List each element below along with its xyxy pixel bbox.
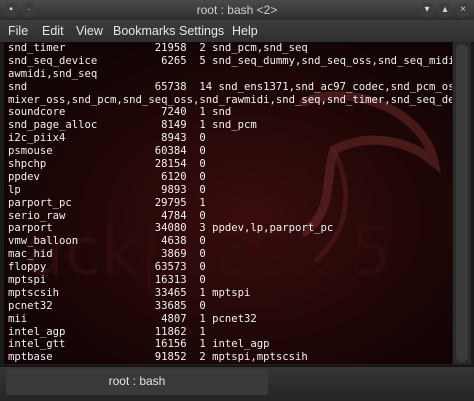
terminal-line: pcnet32 33685 0 (8, 299, 206, 312)
terminal-line: parport 34080 3 ppdev,lp,parport_pc (8, 222, 334, 235)
menu-edit[interactable]: Edit (42, 24, 64, 38)
chevron-up-icon[interactable]: ▴ (438, 3, 452, 17)
terminal-line: i2c_piix4 8943 0 (8, 132, 206, 145)
menu-file[interactable]: File (8, 24, 28, 38)
tab-label: root : bash (108, 374, 166, 388)
terminal-line: mptscsih 33465 1 mptspi (8, 286, 251, 299)
terminal-line: shpchp 28154 0 (8, 158, 206, 171)
menu-bar: File Edit View Bookmarks Settings Help (0, 20, 474, 43)
tab-bar: root : bash (0, 366, 474, 401)
terminal-output[interactable]: ack|track 5 snd_timer 21958 2 snd_pcm,sn… (4, 42, 452, 364)
title-bar[interactable]: ▪ · root : bash <2> ▾ ▴ × (0, 0, 474, 21)
terminal-line: snd_timer 21958 2 snd_pcm,snd_seq (8, 42, 308, 54)
menu-help[interactable]: Help (232, 24, 258, 38)
terminal-line: parport_pc 29795 1 (8, 196, 206, 209)
terminal-line: vmw_balloon 4638 0 (8, 235, 206, 248)
terminal-line: soundcore 7240 1 snd (8, 106, 232, 119)
terminal-line: lp 9893 0 (8, 183, 206, 196)
terminal-line: serio_raw 4784 0 (8, 209, 206, 222)
menu-view[interactable]: View (76, 24, 103, 38)
menu-settings[interactable]: Settings (179, 24, 224, 38)
terminal-line: snd_page_alloc 8149 1 snd_pcm (8, 119, 257, 132)
vertical-scrollbar[interactable] (452, 42, 471, 364)
terminal-line: mii 4807 1 pcnet32 (8, 312, 257, 325)
terminal-line: ppdev 6120 0 (8, 170, 206, 183)
terminal-line: psmouse 60384 0 (8, 145, 206, 158)
terminal-line: intel_agp 11862 1 (8, 325, 206, 338)
chevron-down-icon[interactable]: ▾ (420, 3, 434, 17)
terminal-line: mptbase 91852 2 mptspi,mptscsih (8, 351, 308, 364)
window-title: root : bash <2> (196, 3, 278, 17)
terminal-lines: snd_timer 21958 2 snd_pcm,snd_seq snd_seq… (8, 42, 452, 364)
terminal-line: intel_gtt 16156 1 intel_agp (8, 338, 270, 351)
terminal-line: snd 65738 14 snd_ens1371,snd_ac97_codec,… (8, 80, 452, 93)
terminal-line: floppy 63573 0 (8, 261, 206, 274)
terminal-line: mixer_oss,snd_pcm,snd_seq_oss,snd_rawmid… (8, 93, 452, 106)
tab-root-bash[interactable]: root : bash (6, 369, 268, 395)
terminal-line: snd_seq_device 6265 5 snd_seq_dummy,snd_… (8, 54, 452, 67)
terminal-line: mac_hid 3869 0 (8, 248, 206, 261)
scroll-thumb[interactable] (456, 44, 468, 362)
menu-bookmarks[interactable]: Bookmarks (113, 24, 176, 38)
close-icon[interactable]: × (456, 3, 470, 17)
terminal-line: mptspi 16313 0 (8, 274, 206, 287)
terminal-window: ▪ · root : bash <2> ▾ ▴ × File Edit View… (0, 0, 474, 401)
terminal-line: awmidi,snd_seq (8, 67, 98, 80)
